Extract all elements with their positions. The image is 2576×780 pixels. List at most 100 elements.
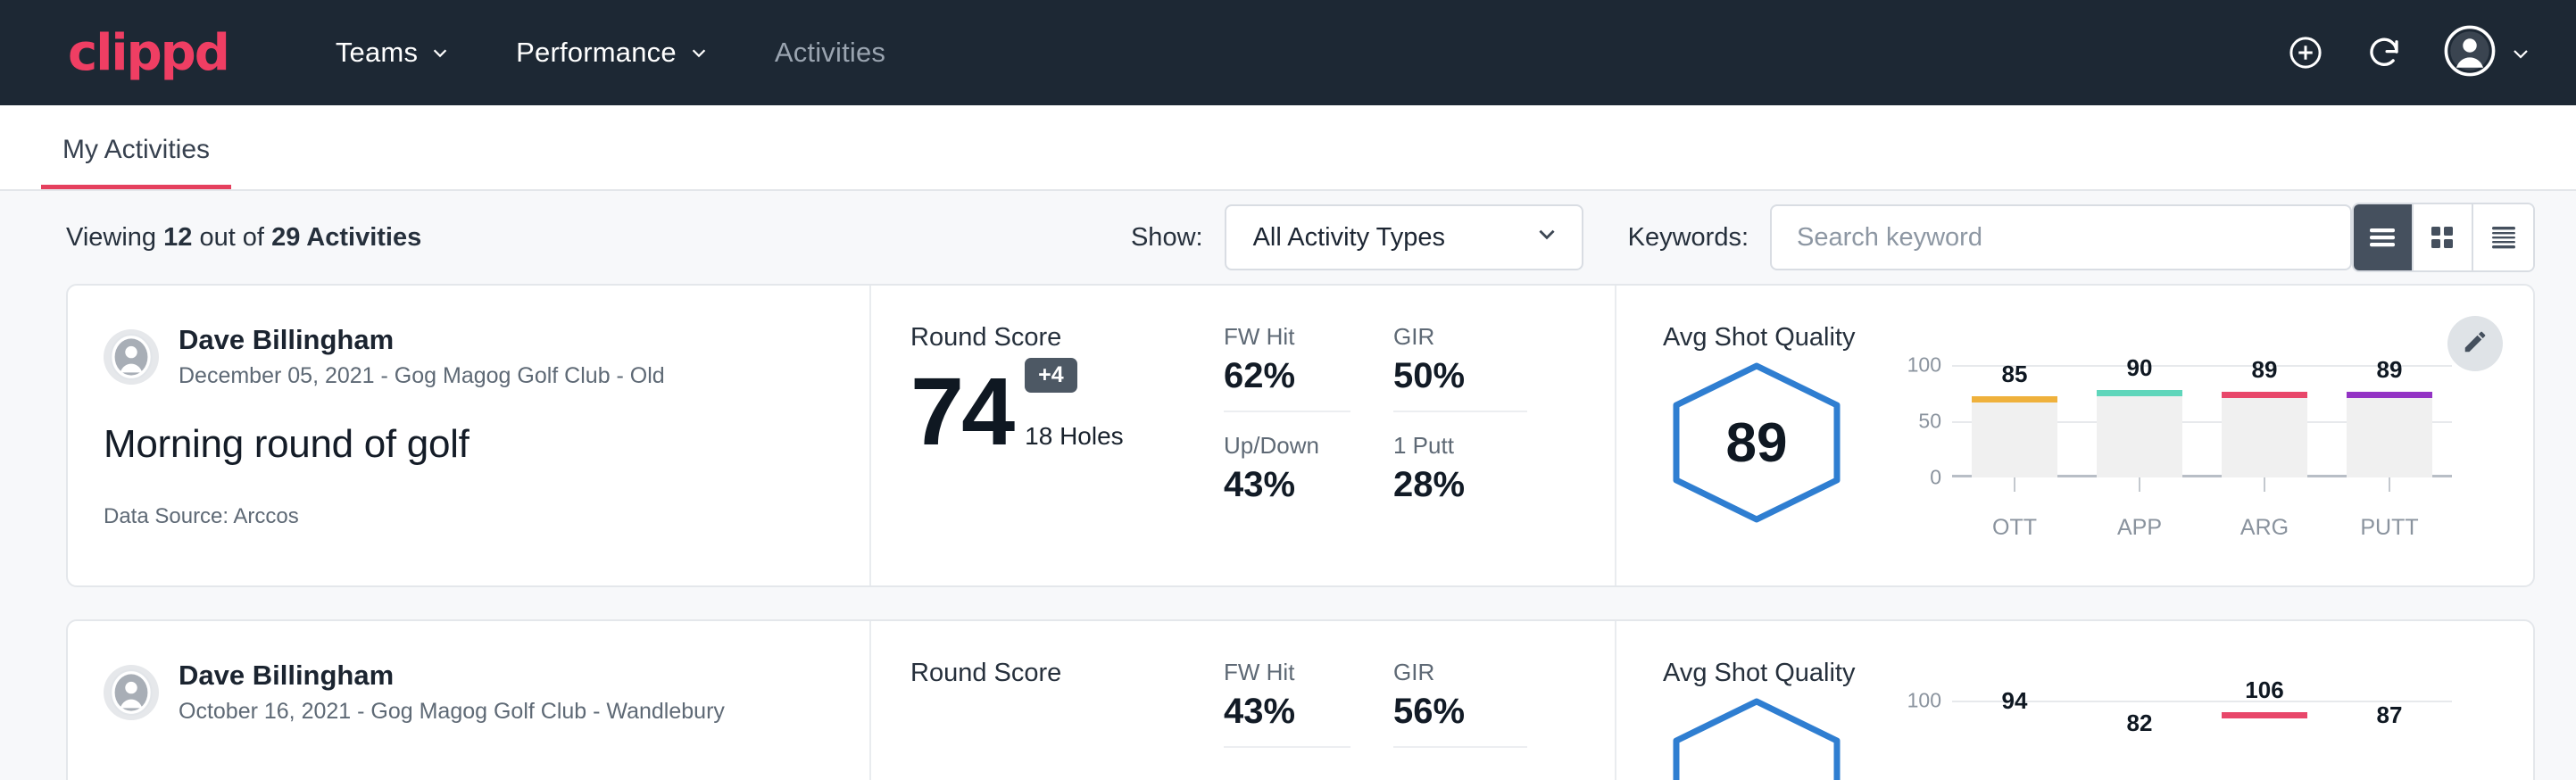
nav-item-activities[interactable]: Activities [775,37,885,69]
stats-grid: FW Hit 43% GIR 56% [1224,659,1615,768]
shot-quality-column: Avg Shot Quality 89 100 50 0 [1616,286,2533,585]
player-text: Dave Billingham December 05, 2021 - Gog … [179,323,665,390]
nav-item-performance-label: Performance [516,37,677,69]
chart-bar-value: 82 [2097,709,2182,737]
activity-type-select-value: All Activity Types [1253,223,1445,253]
chevron-down-icon [430,43,450,62]
chart-x-label: OTT [1952,515,2077,541]
round-score-side: +4 18 Holes [1025,358,1124,458]
shot-quality-hexagon: 89 [1663,358,1850,527]
plus-circle-icon[interactable] [2287,34,2324,71]
chart-bar-slot: 82 [2077,701,2202,780]
stat-gir: GIR 56% [1393,659,1527,748]
chart-bars: 85 90 [1952,365,2452,477]
chevron-down-icon [1535,222,1558,253]
activity-info-column: Dave Billingham December 05, 2021 - Gog … [68,286,871,585]
chart-bar-slot: 89 [2202,365,2327,477]
stat-label: Up/Down [1224,432,1350,460]
stat-value: 43% [1224,692,1350,732]
chart-bar-cap [1972,396,2057,402]
search-input[interactable] [1770,204,2352,270]
activity-type-select[interactable]: All Activity Types [1225,204,1584,270]
chart-bar-slot: 94 [1952,701,2077,780]
chevron-down-icon [689,43,709,62]
player-name: Dave Billingham [179,323,665,358]
nav-item-activities-label: Activities [775,37,885,69]
y-tick: 100 [1907,689,1941,713]
brand-logo[interactable]: clippd [68,24,229,82]
stat-value: 56% [1393,692,1527,732]
nav-item-teams[interactable]: Teams [336,37,450,69]
view-toggle-list[interactable] [2354,204,2414,270]
stat-label: FW Hit [1224,659,1350,686]
chart-plot-area: 85 90 [1952,365,2452,477]
chart-tick [1952,477,2077,492]
chart-bar: 87 [2347,730,2432,780]
keywords-label: Keywords: [1628,223,1749,253]
chart-x-label: APP [2077,515,2202,541]
stat-fw-hit: FW Hit 43% [1224,659,1350,748]
activity-title: Morning round of golf [104,422,869,467]
stat-label: FW Hit [1224,323,1350,351]
tab-bar: My Activities [0,105,2576,191]
stat-label: GIR [1393,323,1527,351]
avg-shot-quality-label: Avg Shot Quality [1663,659,2533,688]
chart-bar: 89 [2222,392,2307,477]
chart-x-label: PUTT [2327,515,2452,541]
activity-card[interactable]: Dave Billingham October 16, 2021 - Gog M… [66,619,2535,780]
chart-bar: 106 [2222,712,2307,780]
activity-card[interactable]: Dave Billingham December 05, 2021 - Gog … [66,284,2535,587]
round-score-label: Round Score [910,659,1224,688]
chart-bar-cap [2222,712,2307,718]
chart-bar-value: 89 [2347,356,2432,384]
chart-bar-slot: 87 [2327,701,2452,780]
chevron-down-icon [2510,43,2530,62]
stat-value: 50% [1393,356,1527,396]
stats-grid: FW Hit 62% GIR 50% Up/Down 43% 1 Putt 28… [1224,323,1615,519]
chart-bar: 94 [1972,723,2057,780]
shot-quality-chart: 100 94 [1897,693,2452,780]
chart-bar: 82 [2097,734,2182,780]
player-row: Dave Billingham October 16, 2021 - Gog M… [104,659,869,726]
chart-bar-cap [2097,390,2182,396]
view-toggle-grid[interactable] [2414,204,2473,270]
stat-gir: GIR 50% [1393,323,1527,412]
chart-bar-value: 94 [1972,687,2057,715]
pencil-icon [2462,328,2489,360]
edit-activity-button[interactable] [2447,316,2503,371]
score-to-par-badge: +4 [1025,358,1077,393]
view-toggle-compact[interactable] [2473,204,2533,270]
chart-bar-slot: 106 [2202,701,2327,780]
chart-bar: 89 [2347,392,2432,477]
shot-quality-hexagon [1663,693,1850,780]
viewing-prefix: Viewing [66,223,156,252]
shot-quality-body: 100 94 [1663,693,2533,780]
chart-bar-value: 89 [2222,356,2307,384]
chart-bar-cap [2222,392,2307,398]
stat-one-putt: 1 Putt 28% [1393,432,1527,519]
refresh-icon[interactable] [2365,34,2403,71]
stats-column: FW Hit 62% GIR 50% Up/Down 43% 1 Putt 28… [1224,286,1616,585]
avatar [2444,25,2496,81]
chart-x-ticks [1952,477,2452,492]
chart-bar-cap [2347,392,2432,398]
shot-quality-value: 89 [1663,358,1850,527]
stat-label: GIR [1393,659,1527,686]
user-avatar-menu[interactable] [2444,25,2530,81]
stat-value: 62% [1224,356,1350,396]
nav-item-performance[interactable]: Performance [516,37,709,69]
chart-bar: 85 [1972,396,2057,477]
player-row: Dave Billingham December 05, 2021 - Gog … [104,323,869,390]
tab-my-activities[interactable]: My Activities [41,135,231,189]
shot-quality-chart: 100 50 0 [1897,358,2452,541]
primary-nav: Teams Performance Activities [336,37,885,69]
activity-info-column: Dave Billingham October 16, 2021 - Gog M… [68,621,871,780]
chart-bar-value: 106 [2222,676,2307,704]
holes-played: 18 Holes [1025,422,1124,451]
y-tick: 100 [1907,353,1941,378]
player-text: Dave Billingham October 16, 2021 - Gog M… [179,659,725,726]
chart-x-label: ARG [2202,515,2327,541]
viewing-summary: Viewing 12 out of 29 Activities [66,223,421,253]
filter-toolbar: Viewing 12 out of 29 Activities Show: Al… [0,191,2576,284]
avatar [104,329,159,385]
